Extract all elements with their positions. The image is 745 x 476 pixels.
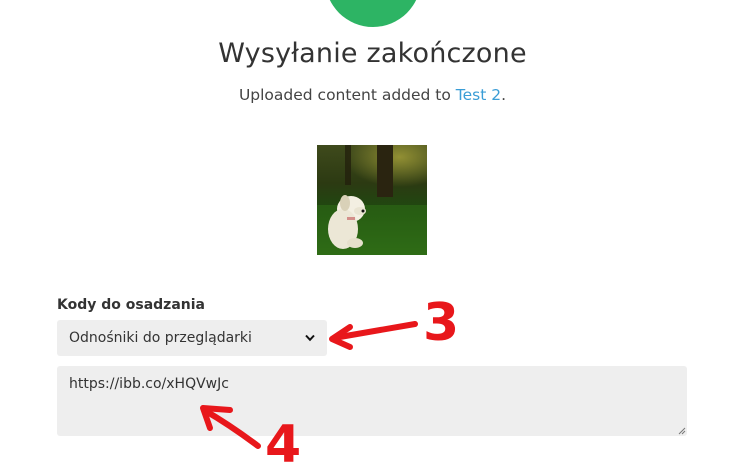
embed-code-textarea[interactable]: https://ibb.co/xHQVwJc xyxy=(57,366,687,436)
upload-complete-page: Wysyłanie zakończone Uploaded content ad… xyxy=(0,0,745,476)
success-check-icon xyxy=(325,0,421,27)
embed-type-selected: Odnośniki do przeglądarki xyxy=(69,330,252,346)
embed-code-value: https://ibb.co/xHQVwJc xyxy=(69,376,229,392)
subtitle-period: . xyxy=(501,86,507,104)
embed-codes-label: Kody do osadzania xyxy=(57,297,205,313)
annotation-arrow-3 xyxy=(329,321,418,350)
chevron-down-icon xyxy=(305,333,315,343)
upload-subtitle: Uploaded content added to Test 2. xyxy=(0,84,745,106)
album-link[interactable]: Test 2 xyxy=(456,86,501,104)
annotation-number-3: 3 xyxy=(423,293,459,353)
dog-photo-thumbnail xyxy=(317,145,427,255)
subtitle-text: Uploaded content added to xyxy=(238,86,456,104)
resize-grip-icon[interactable] xyxy=(677,426,686,435)
page-title: Wysyłanie zakończone xyxy=(218,38,527,69)
embed-type-select[interactable]: Odnośniki do przeglądarki xyxy=(57,320,327,356)
uploaded-image-thumbnail[interactable] xyxy=(317,145,427,255)
